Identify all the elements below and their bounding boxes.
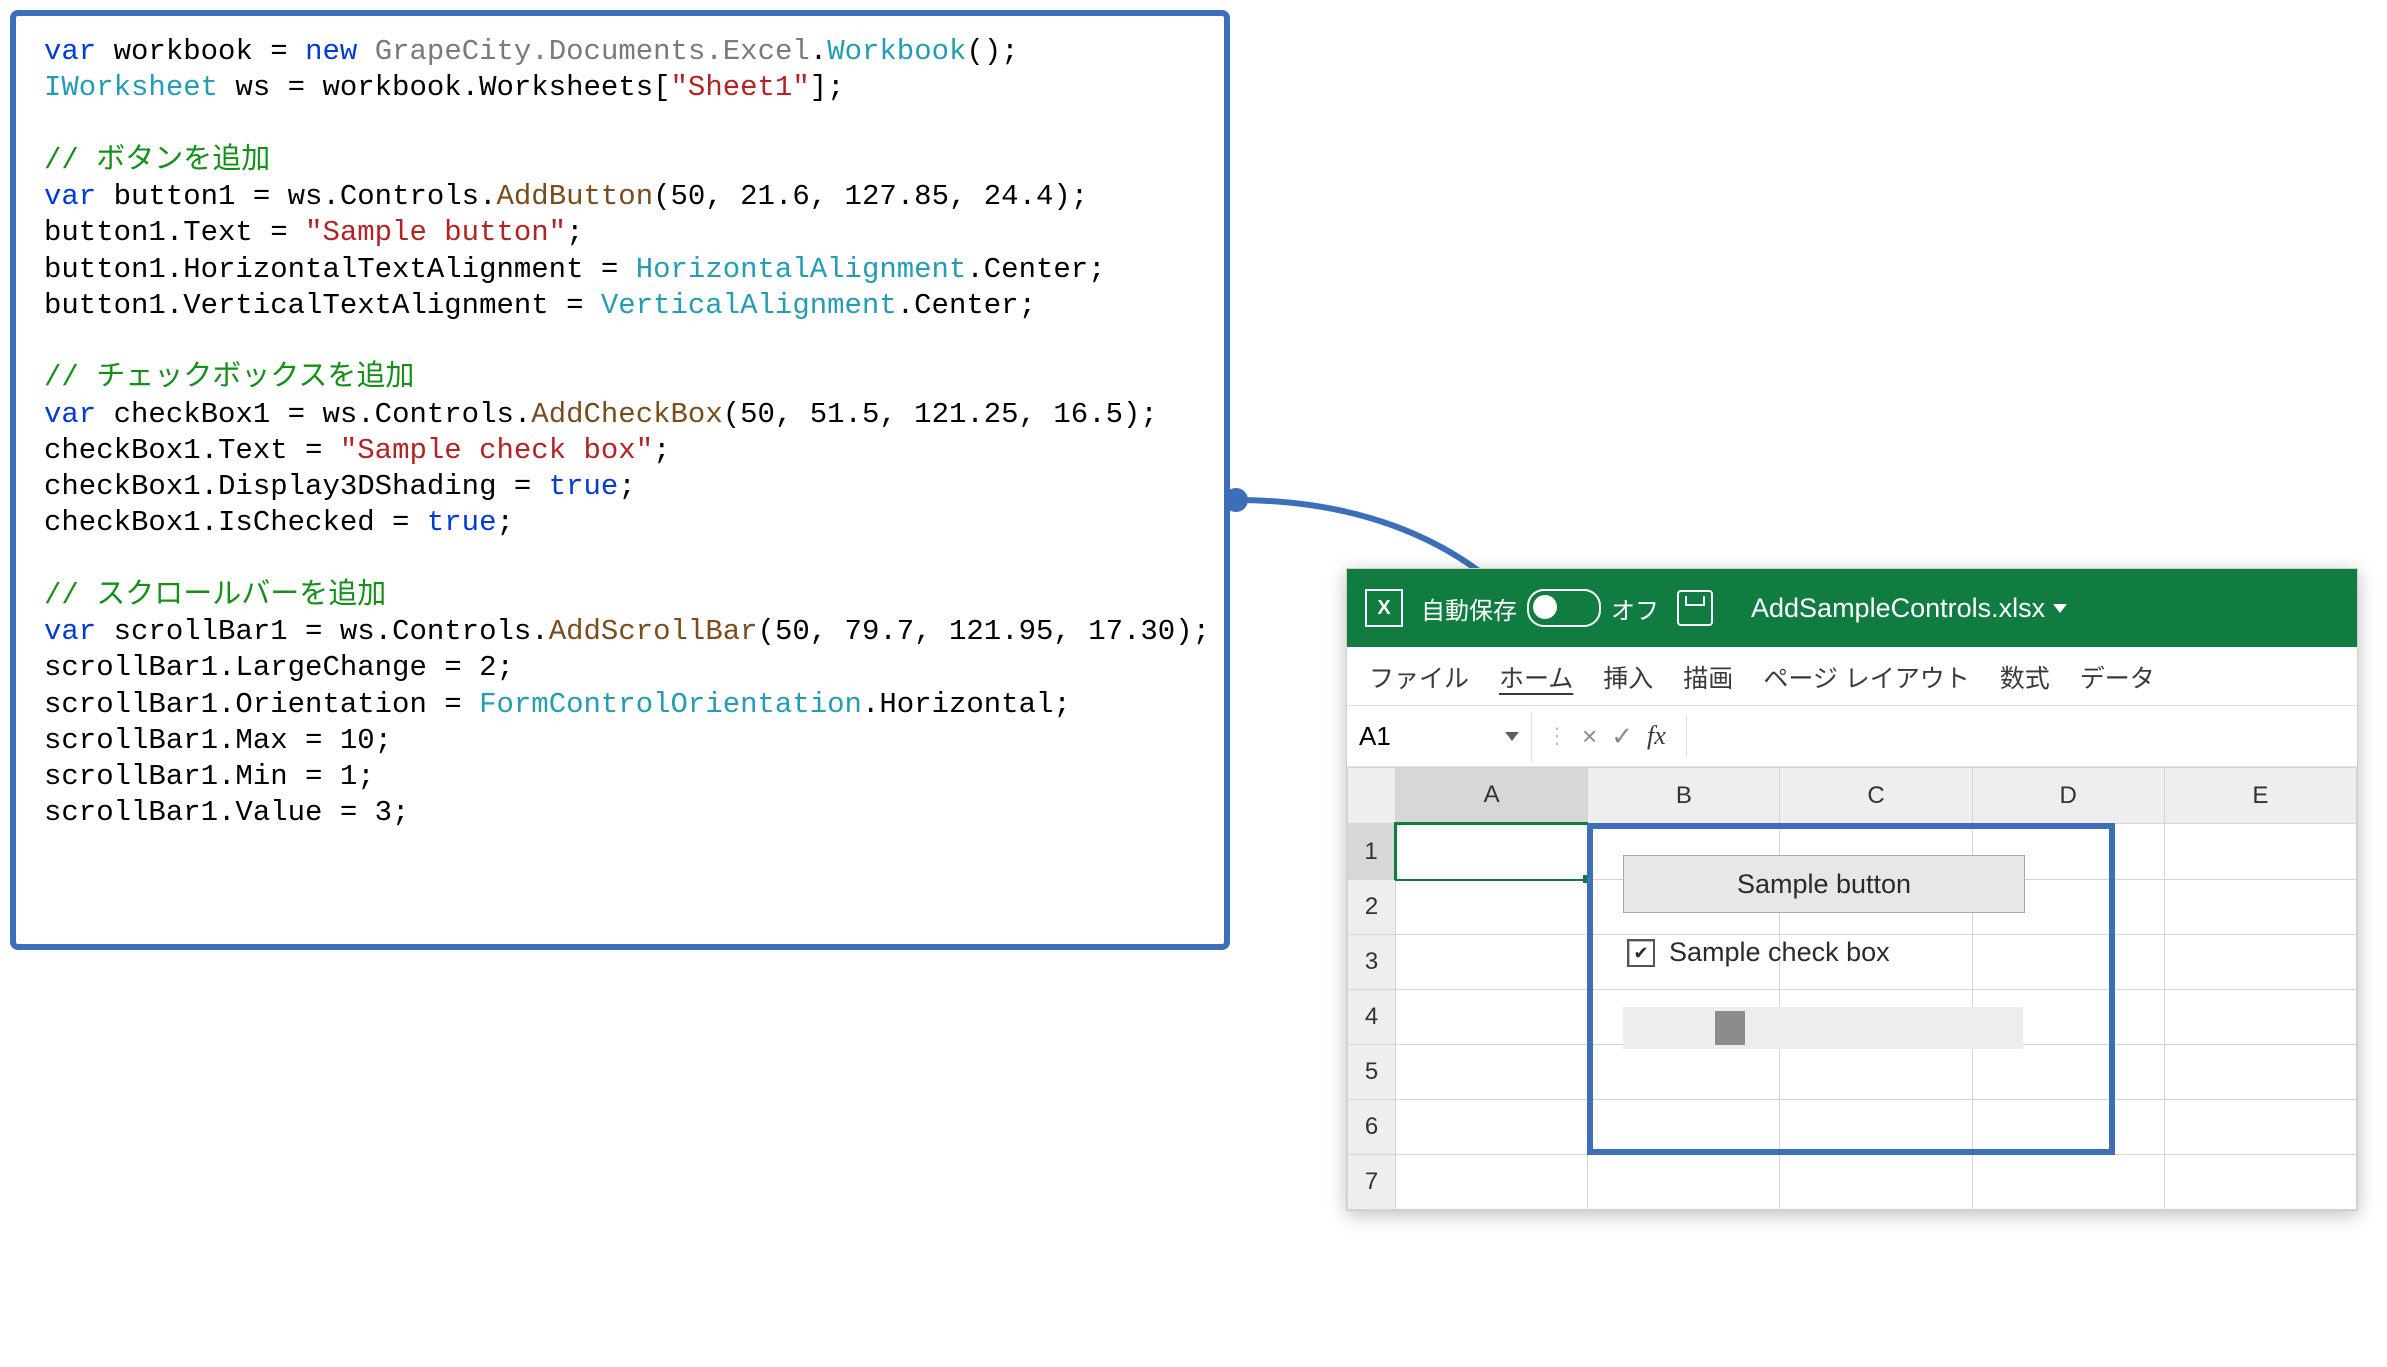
comment-checkbox: // チェックボックスを追加	[44, 361, 414, 394]
chevron-down-icon	[1505, 732, 1519, 741]
name-box[interactable]: A1	[1347, 711, 1532, 762]
col-header-d[interactable]: D	[1972, 768, 2164, 824]
comment-scrollbar: // スクロールバーを追加	[44, 579, 386, 612]
confirm-icon[interactable]: ✓	[1611, 721, 1633, 752]
tab-layout[interactable]: ページ レイアウト	[1763, 659, 1969, 695]
cancel-icon[interactable]: ×	[1582, 721, 1597, 752]
cell[interactable]	[2164, 1045, 2356, 1100]
tab-home[interactable]: ホーム	[1499, 659, 1573, 695]
ribbon-tabs: ファイル ホーム 挿入 描画 ページ レイアウト 数式 データ	[1347, 647, 2357, 706]
sample-scrollbar[interactable]	[1623, 1007, 2023, 1049]
cell[interactable]	[1780, 1045, 1972, 1100]
cell[interactable]	[2164, 1155, 2356, 1210]
autosave-label: 自動保存	[1421, 591, 1517, 626]
cell[interactable]	[1972, 935, 2164, 990]
tab-data[interactable]: データ	[2080, 659, 2155, 695]
cell-a1[interactable]	[1396, 824, 1588, 880]
toggle-icon	[1527, 589, 1601, 627]
row-header-6[interactable]: 6	[1348, 1100, 1396, 1155]
row-header-1[interactable]: 1	[1348, 824, 1396, 880]
excel-app-icon: X	[1365, 589, 1403, 627]
cell[interactable]	[1972, 1100, 2164, 1155]
cell[interactable]	[2164, 880, 2356, 935]
autosave-state: オフ	[1611, 591, 1659, 626]
scrollbar-thumb[interactable]	[1715, 1011, 1745, 1045]
comment-button: // ボタンを追加	[44, 144, 270, 177]
tab-insert[interactable]: 挿入	[1603, 659, 1653, 695]
formula-bar: ⋮ × ✓ fx	[1532, 716, 2357, 756]
filename-label[interactable]: AddSampleControls.xlsx	[1751, 593, 2067, 624]
cell[interactable]	[2164, 990, 2356, 1045]
chevron-down-icon	[2053, 604, 2067, 613]
sample-button[interactable]: Sample button	[1623, 855, 2025, 913]
row-header-7[interactable]: 7	[1348, 1155, 1396, 1210]
col-header-b[interactable]: B	[1588, 768, 1780, 824]
cell[interactable]	[1396, 1045, 1588, 1100]
save-icon[interactable]	[1677, 590, 1713, 626]
cell[interactable]	[1396, 1155, 1588, 1210]
row-header-3[interactable]: 3	[1348, 935, 1396, 990]
fx-icon[interactable]: fx	[1647, 721, 1666, 751]
col-header-c[interactable]: C	[1780, 768, 1972, 824]
kw-var: var	[44, 35, 96, 68]
cell[interactable]	[1972, 1155, 2164, 1210]
tab-draw[interactable]: 描画	[1683, 659, 1733, 695]
sample-checkbox[interactable]: ✔ Sample check box	[1627, 937, 1890, 968]
cell[interactable]	[1588, 1045, 1780, 1100]
formula-input[interactable]	[1686, 716, 2343, 756]
excel-window: X 自動保存 オフ AddSampleControls.xlsx ファイル ホー…	[1346, 568, 2358, 1211]
select-all-corner[interactable]	[1348, 768, 1396, 824]
row-header-5[interactable]: 5	[1348, 1045, 1396, 1100]
cell[interactable]	[1972, 1045, 2164, 1100]
col-header-e[interactable]: E	[2164, 768, 2356, 824]
cell[interactable]	[1396, 990, 1588, 1045]
cell[interactable]	[1396, 880, 1588, 935]
cell[interactable]	[2164, 1100, 2356, 1155]
cell[interactable]	[1588, 1155, 1780, 1210]
row-header-2[interactable]: 2	[1348, 880, 1396, 935]
tab-formula[interactable]: 数式	[2000, 659, 2050, 695]
name-fx-row: A1 ⋮ × ✓ fx	[1347, 706, 2357, 767]
row-header-4[interactable]: 4	[1348, 990, 1396, 1045]
cell[interactable]	[1780, 1100, 1972, 1155]
cell[interactable]	[1588, 1100, 1780, 1155]
drag-handle-icon[interactable]: ⋮	[1546, 723, 1568, 749]
code-panel: var workbook = new GrapeCity.Documents.E…	[10, 10, 1230, 950]
sheet-grid[interactable]: A B C D E 1 2 3 4 5 6 7	[1347, 767, 2357, 1210]
excel-titlebar: X 自動保存 オフ AddSampleControls.xlsx	[1347, 569, 2357, 647]
checkbox-icon: ✔	[1627, 939, 1655, 967]
col-header-a[interactable]: A	[1396, 768, 1588, 824]
tab-file[interactable]: ファイル	[1369, 659, 1469, 695]
kw-new: new	[305, 35, 357, 68]
cell[interactable]	[2164, 824, 2356, 880]
cell[interactable]	[1396, 935, 1588, 990]
autosave-toggle[interactable]: 自動保存 オフ	[1421, 589, 1659, 627]
cell[interactable]	[1780, 1155, 1972, 1210]
sheet-area: A B C D E 1 2 3 4 5 6 7 Sample button	[1347, 767, 2357, 1210]
cell[interactable]	[2164, 935, 2356, 990]
checkbox-label: Sample check box	[1669, 937, 1890, 968]
cell[interactable]	[1396, 1100, 1588, 1155]
